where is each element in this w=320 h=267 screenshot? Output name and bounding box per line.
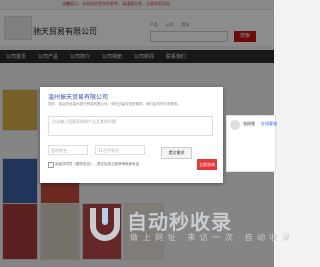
modal-description: 您好，欢迎光临温州振天贸易有限公司，请在此留言您的需求，我们会尽快与您联系。 bbox=[48, 102, 181, 106]
call-button[interactable]: 立即咨询 bbox=[197, 159, 217, 170]
agree-checkbox[interactable] bbox=[48, 162, 54, 168]
contact-card: 张经理 在线客服 bbox=[226, 115, 277, 172]
watermark-title: 自动秒收录 bbox=[127, 210, 232, 234]
watermark: 自动秒收录 做 上 网 址 · 来 访 一 次 · 自 动 收 录 bbox=[84, 204, 290, 254]
phone-field[interactable]: 11位手机号 bbox=[95, 145, 145, 155]
submit-button[interactable]: 提交需求 bbox=[161, 147, 192, 159]
inquiry-modal: 温州振天贸易有限公司 您好，欢迎光临温州振天贸易有限公司，请在此留言您的需求，我… bbox=[40, 87, 223, 183]
modal-title: 温州振天贸易有限公司 bbox=[48, 94, 109, 101]
contact-name: 张经理 bbox=[243, 121, 255, 126]
inquiry-textarea[interactable]: 点击输入您要采购的产品及其他问题 bbox=[48, 116, 213, 136]
avatar bbox=[230, 120, 240, 130]
name-field[interactable]: 您的姓名 bbox=[48, 145, 88, 155]
agree-text[interactable]: 阅读并同意《服务协议》，提交后将立即获得商家电话 bbox=[55, 162, 139, 167]
watermark-logo-icon bbox=[90, 208, 120, 241]
contact-tag[interactable]: 在线客服 bbox=[261, 121, 277, 127]
watermark-subtitle: 做 上 网 址 · 来 访 一 次 · 自 动 收 录 bbox=[130, 233, 292, 242]
